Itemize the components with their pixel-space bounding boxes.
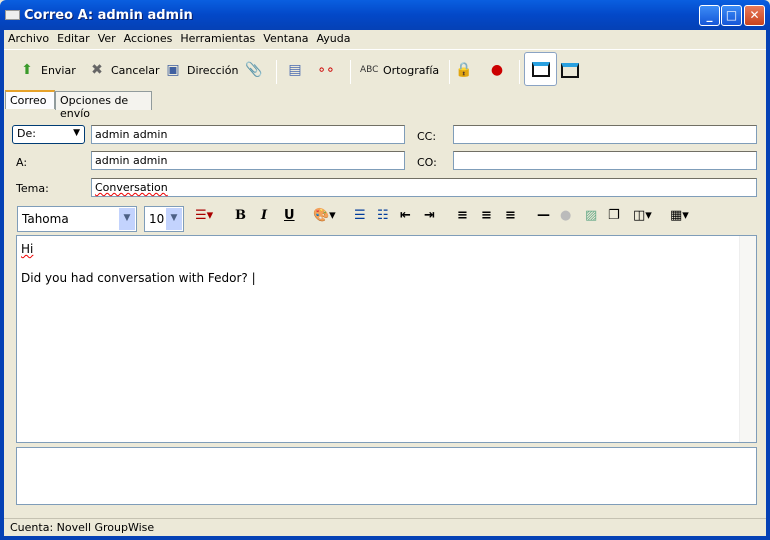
- mail-icon: [5, 10, 20, 20]
- maximize-button[interactable]: □: [721, 5, 742, 26]
- signature-button[interactable]: ∘∘: [317, 57, 335, 83]
- save-draft-button[interactable]: ▤: [286, 57, 304, 83]
- dropdown-arrow-icon: ▼: [73, 128, 80, 138]
- outdent-icon[interactable]: ⇤: [400, 208, 411, 223]
- attach-button[interactable]: 📎: [245, 57, 263, 83]
- seal-icon: ●: [490, 62, 504, 78]
- indent-icon[interactable]: ⇥: [424, 208, 435, 223]
- separator: [449, 60, 450, 84]
- attachment-area[interactable]: [16, 447, 757, 505]
- send-icon: ⬆: [21, 62, 33, 78]
- from-field[interactable]: admin admin: [91, 125, 405, 144]
- image-icon[interactable]: ▨: [585, 208, 597, 223]
- html-view-button[interactable]: [524, 52, 557, 86]
- to-label: A:: [16, 156, 28, 169]
- align-center-icon[interactable]: ≡: [481, 208, 492, 223]
- align-right-icon[interactable]: ≡: [505, 208, 516, 223]
- chevron-down-icon: ▼: [166, 208, 182, 230]
- menu-ver[interactable]: Ver: [98, 30, 116, 48]
- vertical-scrollbar[interactable]: [739, 236, 756, 442]
- underline-button[interactable]: U: [284, 208, 295, 223]
- highlight-icon[interactable]: 🎨▾: [313, 208, 336, 223]
- link-icon[interactable]: ●: [560, 208, 571, 223]
- menu-editar[interactable]: Editar: [57, 30, 90, 48]
- spell-check-icon: ABC: [360, 65, 379, 75]
- menu-herramientas[interactable]: Herramientas: [180, 30, 255, 48]
- body-line: Did you had conversation with Fedor?: [21, 271, 248, 285]
- toolbar: ⬆ Enviar ✖ Cancelar ▣ Dirección 📎 ▤ ∘∘ ABC O…: [4, 49, 766, 89]
- menu-acciones[interactable]: Acciones: [124, 30, 173, 48]
- separator: [276, 60, 277, 84]
- plain-text-view-icon: [561, 62, 579, 78]
- encrypt-button[interactable]: 🔒: [455, 57, 473, 83]
- table-icon[interactable]: ▦▾: [670, 208, 689, 223]
- italic-button[interactable]: I: [261, 208, 267, 223]
- insert-object-icon[interactable]: ◫▾: [633, 208, 652, 223]
- tab-correo[interactable]: Correo: [5, 90, 55, 109]
- to-field[interactable]: admin admin: [91, 151, 405, 170]
- separator: [350, 60, 351, 84]
- window-title: Correo A: admin admin: [24, 8, 193, 23]
- separator: [519, 60, 520, 84]
- menu-archivo[interactable]: Archivo: [8, 30, 49, 48]
- cancel-icon: ✖: [91, 62, 103, 78]
- align-left-icon[interactable]: ≡: [457, 208, 468, 223]
- copy-image-icon[interactable]: ❐: [608, 208, 620, 223]
- font-color-icon[interactable]: ☰▾: [195, 208, 213, 223]
- paperclip-icon: 📎: [245, 62, 263, 78]
- title-bar[interactable]: Correo A: admin admin _ □ ✕: [0, 0, 770, 30]
- body-line: Hi: [21, 242, 34, 256]
- bullet-list-icon[interactable]: ☷: [377, 208, 389, 223]
- spelling-button[interactable]: ABC Ortografía: [360, 57, 439, 83]
- cc-label: CC:: [417, 130, 437, 143]
- font-select[interactable]: Tahoma ▼: [17, 206, 137, 232]
- html-view-icon: [531, 61, 550, 77]
- send-button[interactable]: ⬆ Enviar: [18, 57, 76, 83]
- status-bar: Cuenta: Novell GroupWise: [4, 518, 766, 536]
- chevron-down-icon: ▼: [119, 208, 135, 230]
- font-size-select[interactable]: 10 ▼: [144, 206, 184, 232]
- close-button[interactable]: ✕: [744, 5, 765, 26]
- lock-icon: 🔒: [455, 62, 473, 78]
- plain-text-view-button[interactable]: [561, 57, 579, 83]
- bc-label: CO:: [417, 156, 437, 169]
- bc-field[interactable]: [453, 151, 757, 170]
- tab-bar: Correo Opciones de envío: [4, 90, 766, 120]
- horizontal-line-icon[interactable]: —: [537, 208, 550, 223]
- subject-label: Tema:: [16, 182, 49, 195]
- digital-sign-button[interactable]: ●: [488, 57, 506, 83]
- tab-opciones-envio[interactable]: Opciones de envío: [55, 91, 152, 120]
- from-dropdown[interactable]: De: ▼: [12, 125, 85, 144]
- menu-ayuda[interactable]: Ayuda: [316, 30, 350, 48]
- bold-button[interactable]: B: [235, 208, 246, 223]
- minimize-button[interactable]: _: [699, 5, 720, 26]
- address-book-icon: ▣: [166, 62, 180, 78]
- message-body-editor[interactable]: Hi Did you had conversation with Fedor? …: [16, 235, 757, 443]
- subject-field[interactable]: Conversation: [91, 178, 757, 197]
- menu-ventana[interactable]: Ventana: [263, 30, 308, 48]
- menu-bar: Archivo Editar Ver Acciones Herramientas Vent…: [4, 30, 354, 48]
- cancel-button[interactable]: ✖ Cancelar: [88, 57, 159, 83]
- cc-field[interactable]: [453, 125, 757, 144]
- numbered-list-icon[interactable]: ☰: [354, 208, 366, 223]
- save-icon: ▤: [288, 62, 302, 78]
- signature-icon: ∘∘: [317, 62, 335, 78]
- address-button[interactable]: ▣ Dirección: [164, 57, 238, 83]
